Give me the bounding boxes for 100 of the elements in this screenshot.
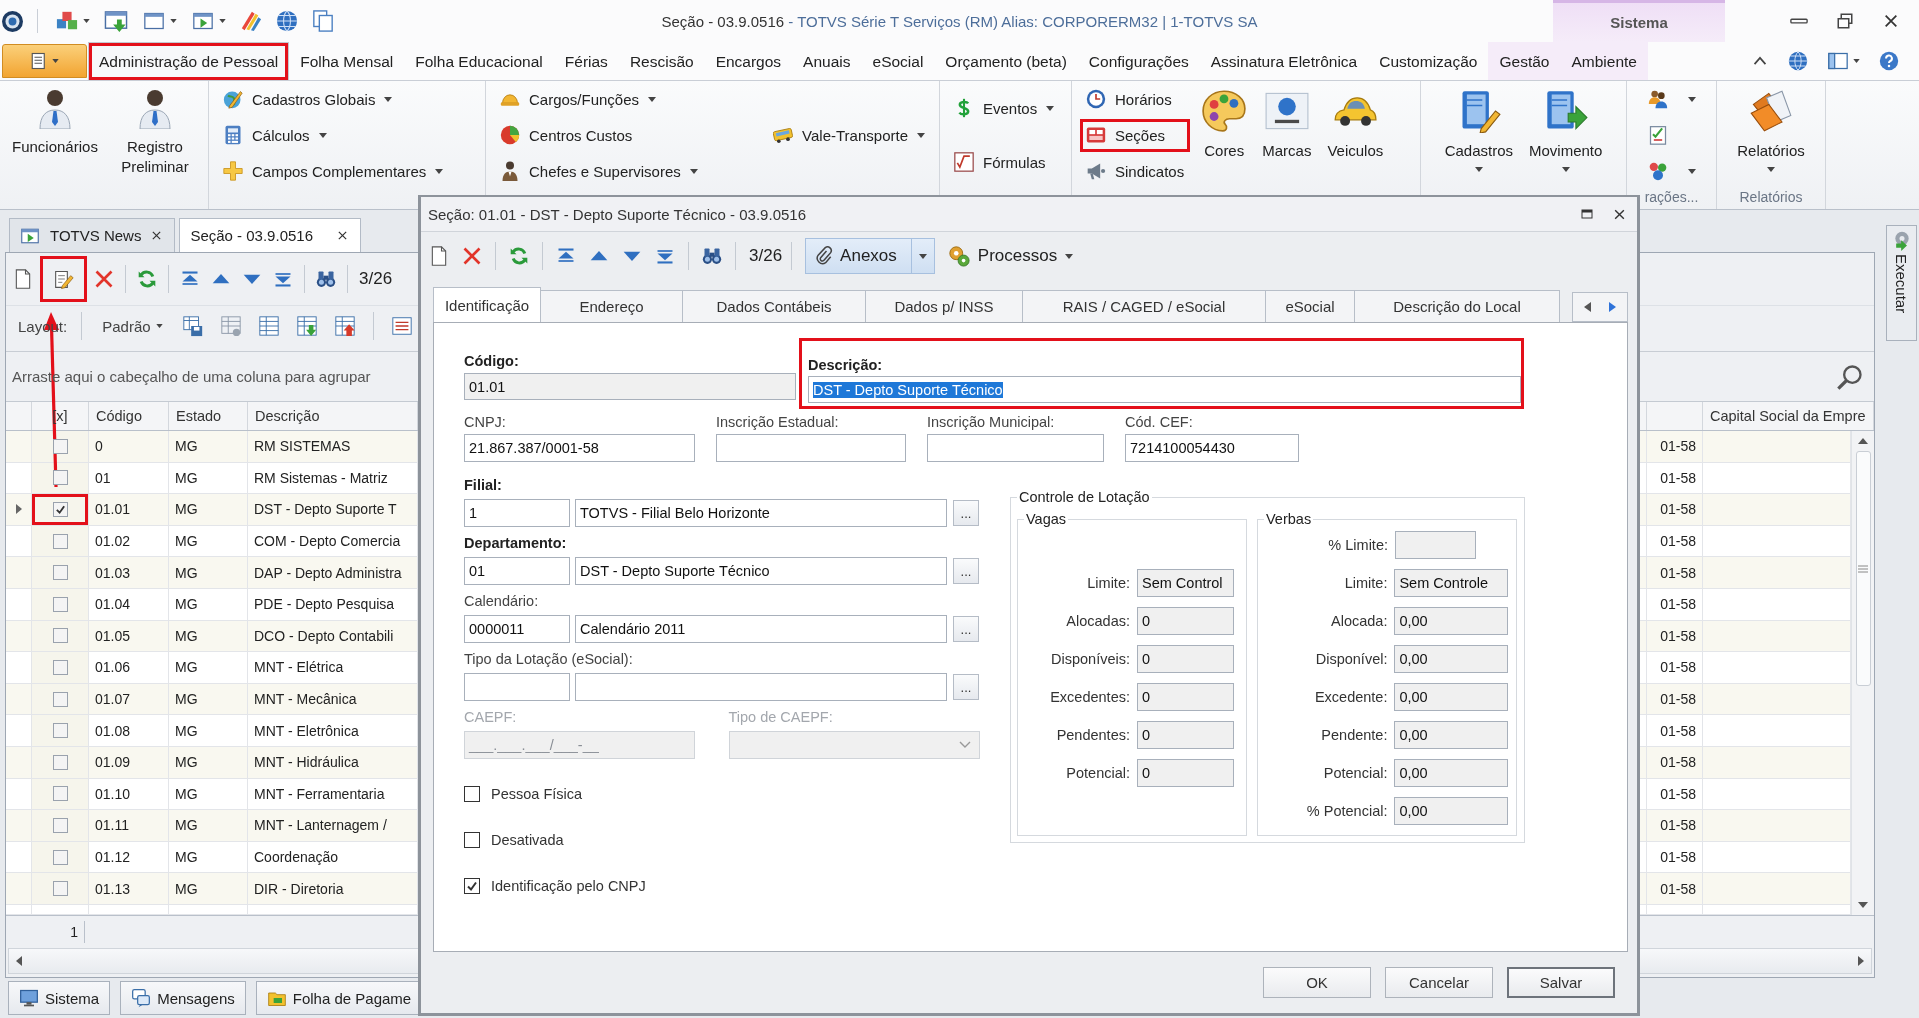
checkbox[interactable] — [464, 878, 480, 894]
taskbar-button[interactable]: Mensagens — [120, 981, 246, 1015]
tab[interactable]: Identificação — [433, 287, 541, 322]
ribbon-button[interactable]: Vale-Transporte — [767, 118, 931, 152]
text-field[interactable]: 21.867.387/0001-58 — [464, 434, 695, 462]
ribbon-button[interactable]: Marcas — [1258, 81, 1316, 189]
scrollbar-thumb[interactable] — [1855, 451, 1871, 686]
checkbox[interactable] — [52, 817, 68, 833]
menu-tab[interactable]: eSocial — [861, 42, 935, 80]
ribbon-button[interactable]: Cargos/Funções — [494, 82, 704, 116]
code-field[interactable]: 0000011 — [464, 615, 570, 643]
ribbon-button[interactable]: Cadastros Globais — [217, 82, 450, 116]
checkbox[interactable] — [52, 723, 68, 739]
ribbon-button[interactable]: Seções — [1080, 118, 1191, 152]
number-field[interactable]: 0 — [1137, 607, 1234, 635]
number-field[interactable]: 0,00 — [1394, 683, 1508, 711]
checkbox[interactable] — [52, 470, 68, 486]
checkbox[interactable] — [52, 849, 68, 865]
ribbon-button[interactable]: Registro Preliminar — [109, 81, 200, 189]
app-menu-button[interactable] — [2, 44, 87, 78]
number-field[interactable]: 0,00 — [1394, 607, 1508, 635]
tab[interactable]: RAIS / CAGED / eSocial — [1022, 290, 1266, 322]
number-field[interactable]: 0 — [1137, 683, 1234, 711]
menu-tab[interactable]: Férias — [553, 42, 619, 80]
dialog-button[interactable]: Cancelar — [1385, 967, 1493, 998]
checkbox[interactable] — [464, 786, 480, 802]
ribbon-button[interactable]: Cores — [1198, 81, 1251, 189]
browse-button[interactable]: ... — [953, 500, 979, 526]
globe-button[interactable] — [1786, 49, 1810, 73]
edit-button[interactable] — [40, 256, 87, 302]
code-field[interactable]: 01.01 — [464, 373, 796, 400]
taskbar-button[interactable]: Sistema — [8, 981, 111, 1015]
checkbox[interactable] — [52, 754, 68, 770]
menu-tab[interactable]: Orçamento (beta) — [934, 42, 1078, 80]
checkbox[interactable] — [52, 502, 68, 517]
ribbon-button[interactable]: Funcionários — [8, 81, 102, 189]
name-field[interactable]: TOTVS - Filial Belo Horizonte — [575, 499, 947, 527]
menu-tab[interactable]: Folha Educacional — [404, 42, 554, 80]
text-field[interactable] — [927, 434, 1104, 462]
browse-button[interactable]: ... — [953, 558, 979, 584]
ribbon-button[interactable]: Veiculos — [1323, 81, 1388, 189]
menu-tab[interactable]: Gestão — [1488, 42, 1561, 80]
name-field[interactable]: Calendário 2011 — [575, 615, 947, 643]
dialog-button[interactable]: OK — [1263, 967, 1371, 998]
ribbon-button[interactable]: Sindicatos — [1080, 154, 1191, 188]
ribbon-button[interactable]: Movimento — [1525, 81, 1607, 189]
ribbon-button[interactable]: Cálculos — [217, 118, 450, 152]
checkbox[interactable] — [52, 533, 68, 549]
tab[interactable]: Endereço — [540, 290, 683, 322]
ribbon-button[interactable]: Cadastros — [1440, 81, 1517, 189]
ribbon-button[interactable]: Chefes e Supervisores — [494, 154, 704, 188]
description-field[interactable]: DST - Depto Suporte Técnico — [808, 376, 1521, 403]
menu-tab[interactable]: Customização — [1368, 42, 1489, 80]
menu-tab[interactable]: Anuais — [792, 42, 862, 80]
checkbox[interactable] — [52, 565, 68, 581]
number-field[interactable]: 0 — [1137, 759, 1234, 787]
checkbox[interactable] — [464, 832, 480, 848]
name-field[interactable] — [575, 673, 947, 701]
ribbon-button[interactable]: Fórmulas — [948, 145, 1061, 179]
tab[interactable]: eSocial — [1265, 290, 1355, 322]
menu-tab[interactable]: Folha Mensal — [289, 42, 405, 80]
number-field[interactable] — [1395, 531, 1476, 559]
number-field[interactable]: Sem Controle — [1394, 569, 1508, 597]
menu-tab[interactable]: Encargos — [704, 42, 793, 80]
menu-tab[interactable]: Assinatura Eletrônica — [1199, 42, 1369, 80]
name-field[interactable]: DST - Depto Suporte Técnico — [575, 557, 947, 585]
side-panel-tab[interactable]: Executar — [1886, 225, 1917, 341]
layout-dropdown[interactable]: Padrão — [96, 315, 169, 337]
checkbox[interactable] — [52, 881, 68, 897]
ribbon-button[interactable]: Relatórios — [1733, 81, 1809, 189]
ribbon-button[interactable]: Horários — [1080, 82, 1191, 116]
number-field[interactable]: Sem Control — [1137, 569, 1234, 597]
ribbon-button[interactable]: Eventos — [948, 91, 1061, 125]
column-header[interactable]: Estado — [169, 402, 248, 430]
checkbox[interactable] — [52, 596, 68, 612]
tab[interactable]: Descrição do Local — [1354, 290, 1560, 322]
number-field[interactable]: 0,00 — [1394, 759, 1508, 787]
text-field[interactable] — [716, 434, 906, 462]
ribbon-button[interactable]: Campos Complementares — [217, 154, 450, 188]
number-field[interactable]: 0,00 — [1394, 797, 1508, 825]
checkbox[interactable] — [52, 786, 68, 802]
document-tab[interactable]: Seção - 03.9.0516 — [179, 218, 361, 252]
checkbox[interactable] — [52, 691, 68, 707]
browse-button[interactable]: ... — [953, 616, 979, 642]
menu-tab[interactable]: Configurações — [1077, 42, 1200, 80]
help-button[interactable] — [1877, 49, 1901, 73]
number-field[interactable]: 0,00 — [1394, 721, 1508, 749]
menu-tab[interactable]: Administração de Pessoal — [88, 42, 290, 80]
column-header[interactable]: Capital Social da Empre — [1703, 402, 1874, 430]
column-header[interactable]: Código — [89, 402, 169, 430]
browse-button[interactable]: ... — [953, 674, 979, 700]
tab[interactable]: Dados p/ INSS — [865, 290, 1023, 322]
processes-button[interactable]: Processos — [939, 245, 1082, 267]
menu-tab[interactable]: Rescisão — [618, 42, 705, 80]
number-field[interactable]: 0,00 — [1394, 645, 1508, 673]
checkbox[interactable] — [52, 659, 68, 675]
menu-tab[interactable]: Ambiente — [1560, 42, 1648, 80]
document-tab[interactable]: TOTVS News — [9, 218, 176, 252]
number-field[interactable]: 0 — [1137, 645, 1234, 673]
checkbox[interactable] — [52, 438, 68, 454]
